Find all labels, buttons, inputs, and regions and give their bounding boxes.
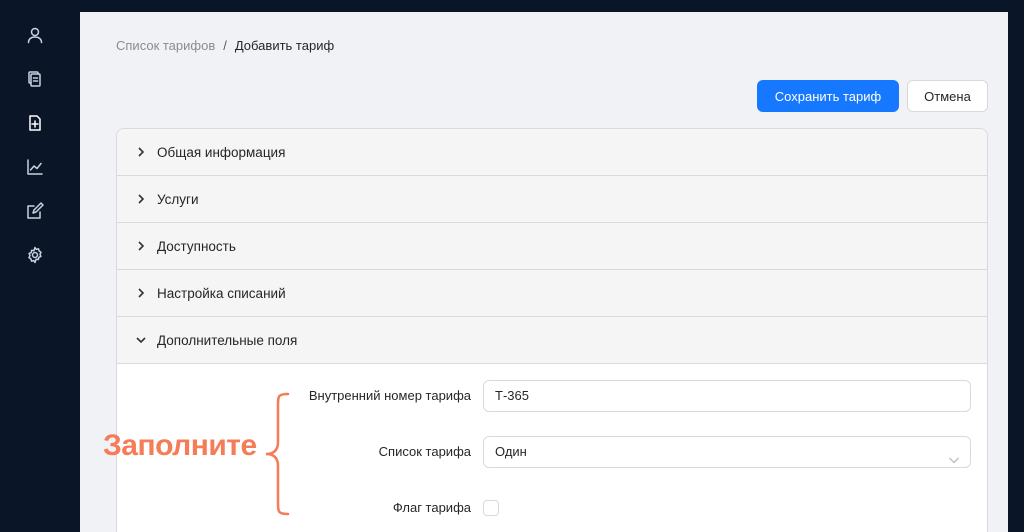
right-edge xyxy=(1008,12,1024,532)
internal-number-label: Внутренний номер тарифа xyxy=(308,388,471,403)
panel-header-charges[interactable]: Настройка списаний xyxy=(117,270,987,317)
breadcrumb-separator: / xyxy=(223,38,227,53)
line-chart-icon xyxy=(27,159,43,175)
panel-header-services[interactable]: Услуги xyxy=(117,176,987,223)
panel-header-additional-fields[interactable]: Дополнительные поля xyxy=(117,317,987,364)
breadcrumb-parent-link[interactable]: Список тарифов xyxy=(116,38,215,53)
chevron-right-icon xyxy=(135,193,147,205)
save-tariff-button[interactable]: Сохранить тариф xyxy=(757,80,899,112)
chevron-down-icon xyxy=(135,334,147,346)
annotation-fill-in: Заполните xyxy=(103,429,257,462)
chevron-down-icon xyxy=(948,447,960,464)
breadcrumb: Список тарифов / Добавить тариф xyxy=(116,38,334,53)
top-bar xyxy=(80,0,1024,12)
copy-documents-icon xyxy=(28,71,41,87)
form-row-internal-number: Внутренний номер тарифа Т-365 xyxy=(117,380,987,412)
sidebar-item-tariffs[interactable] xyxy=(24,112,46,134)
panel-header-general[interactable]: Общая информация xyxy=(117,129,987,176)
tariff-list-select[interactable]: Один xyxy=(483,436,971,468)
user-icon xyxy=(27,27,43,44)
gear-icon xyxy=(28,246,42,264)
panel-label: Услуги xyxy=(157,191,199,207)
internal-number-input[interactable]: Т-365 xyxy=(483,380,971,412)
form-row-tariff-flag: Флаг тарифа xyxy=(117,492,987,524)
document-add-icon xyxy=(29,115,41,131)
chevron-right-icon xyxy=(135,287,147,299)
chevron-right-icon xyxy=(135,240,147,252)
tariff-flag-label: Флаг тарифа xyxy=(392,500,471,515)
tariff-list-selected-value: Один xyxy=(495,444,527,459)
tariff-flag-checkbox[interactable] xyxy=(483,500,499,516)
panel-label: Дополнительные поля xyxy=(157,332,298,348)
cancel-button[interactable]: Отмена xyxy=(907,80,988,112)
sidebar-item-profile[interactable] xyxy=(24,24,46,46)
chevron-right-icon xyxy=(135,146,147,158)
collapse-panels: Общая информация Услуги Доступность Наст… xyxy=(116,128,988,532)
panel-label: Настройка списаний xyxy=(157,285,286,301)
tariff-list-label: Список тарифа xyxy=(378,444,471,459)
sidebar-item-settings[interactable] xyxy=(24,244,46,266)
sidebar-item-documents[interactable] xyxy=(24,68,46,90)
panel-label: Доступность xyxy=(157,238,236,254)
annotation-brace xyxy=(262,392,292,516)
sidebar xyxy=(0,0,80,532)
sidebar-item-analytics[interactable] xyxy=(24,156,46,178)
sidebar-item-tasks[interactable] xyxy=(24,200,46,222)
panel-header-availability[interactable]: Доступность xyxy=(117,223,987,270)
panel-label: Общая информация xyxy=(157,144,286,160)
breadcrumb-current: Добавить тариф xyxy=(234,38,335,53)
edit-square-icon xyxy=(27,202,44,219)
